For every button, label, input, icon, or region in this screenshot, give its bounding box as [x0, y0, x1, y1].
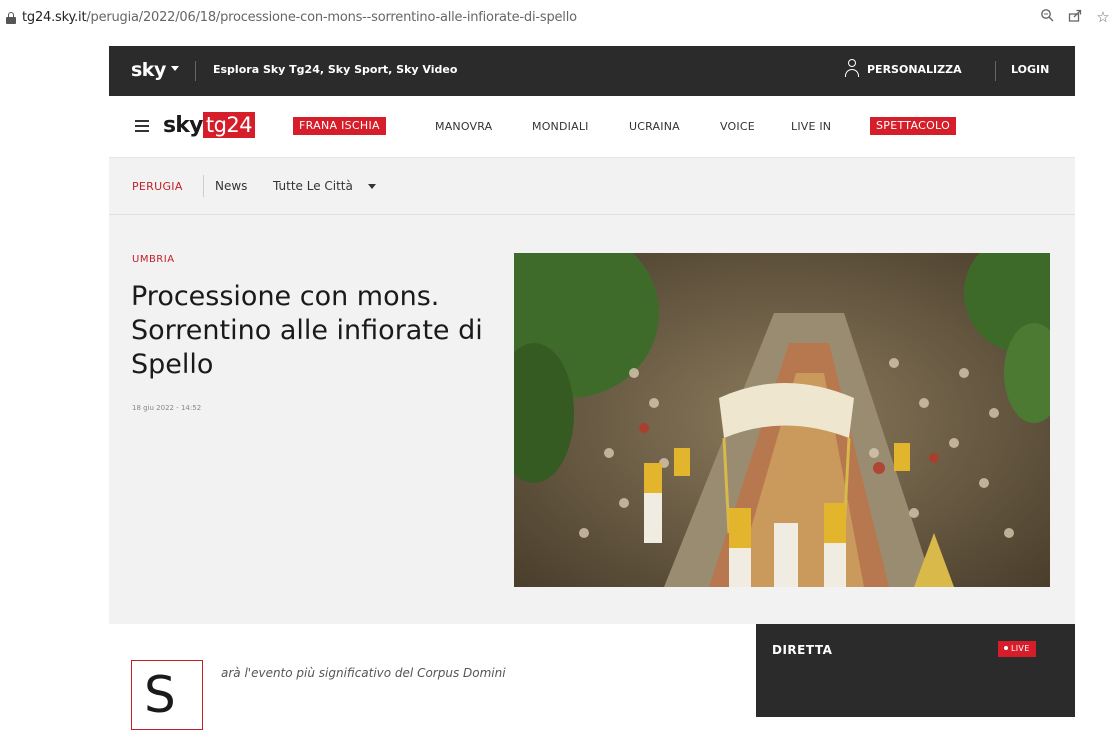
drop-cap: S	[131, 660, 203, 730]
city-label[interactable]: PERUGIA	[132, 180, 183, 193]
hamburger-menu-icon[interactable]	[135, 120, 149, 132]
diretta-label: DIRETTA	[772, 643, 833, 657]
all-cities-dropdown[interactable]: Tutte Le Città	[273, 179, 353, 193]
nav-item-frana-ischia[interactable]: FRANA ISCHIA	[293, 117, 386, 135]
news-link[interactable]: News	[215, 179, 247, 193]
main-nav: sky tg24 FRANA ISCHIA MANOVRA MONDIALI U…	[109, 96, 1075, 158]
logo-sky[interactable]: sky	[163, 113, 203, 138]
browser-address-bar: tg24.sky.it/perugia/2022/06/18/processio…	[0, 0, 1119, 36]
article-title: Processione con mons. Sorrentino alle in…	[131, 281, 483, 380]
nav-item-voice[interactable]: VOICE	[720, 120, 755, 133]
sky-tg24-page: sky Esplora Sky Tg24, Sky Sport, Sky Vid…	[109, 46, 1075, 730]
nav-item-ucraina[interactable]: UCRAINA	[629, 120, 680, 133]
personalize-button[interactable]: PERSONALIZZA	[867, 63, 962, 76]
lock-icon[interactable]	[6, 12, 16, 24]
article-photo	[514, 253, 1050, 587]
chevron-down-icon[interactable]	[171, 66, 179, 71]
article-body: S arà l'evento più significativo del Cor…	[109, 624, 756, 730]
zoom-icon[interactable]	[1038, 8, 1056, 26]
live-badge[interactable]: LIVE	[998, 641, 1036, 657]
divider	[995, 61, 996, 81]
city-subnav: PERUGIA News Tutte Le Città	[109, 159, 1075, 215]
user-icon[interactable]	[845, 59, 859, 79]
article-kicker[interactable]: UMBRIA	[132, 254, 175, 265]
divider	[195, 61, 196, 81]
article-date: 18 giu 2022 - 14:52	[132, 404, 202, 412]
logo-tg24[interactable]: tg24	[203, 112, 255, 138]
live-sidebar: DIRETTA LIVE	[756, 624, 1075, 717]
explore-link[interactable]: Esplora Sky Tg24, Sky Sport, Sky Video	[213, 63, 457, 76]
live-dot-icon	[1004, 646, 1008, 650]
divider	[203, 175, 204, 197]
top-bar: sky Esplora Sky Tg24, Sky Sport, Sky Vid…	[109, 46, 1075, 96]
sky-brand-menu[interactable]: sky	[131, 59, 166, 81]
share-icon[interactable]	[1066, 8, 1084, 26]
url-host: tg24.sky.it	[22, 10, 87, 25]
login-button[interactable]: LOGIN	[1011, 63, 1049, 76]
live-badge-label: LIVE	[1011, 644, 1030, 653]
nav-item-live-in[interactable]: LIVE IN	[791, 120, 831, 133]
url-path: /perugia/2022/06/18/processione-con-mons…	[86, 10, 577, 25]
nav-item-manovra[interactable]: MANOVRA	[435, 120, 492, 133]
article-lead: arà l'evento più significativo del Corpu…	[221, 666, 506, 680]
caret-down-icon[interactable]	[368, 184, 376, 189]
url-field[interactable]: tg24.sky.it/perugia/2022/06/18/processio…	[22, 10, 577, 25]
drop-cap-letter: S	[144, 666, 176, 724]
nav-item-spettacolo[interactable]: SPETTACOLO	[870, 117, 957, 135]
bookmark-star-icon[interactable]: ☆	[1094, 8, 1112, 26]
nav-item-mondiali[interactable]: MONDIALI	[532, 120, 589, 133]
article-hero: UMBRIA Processione con mons. Sorrentino …	[109, 216, 1075, 624]
